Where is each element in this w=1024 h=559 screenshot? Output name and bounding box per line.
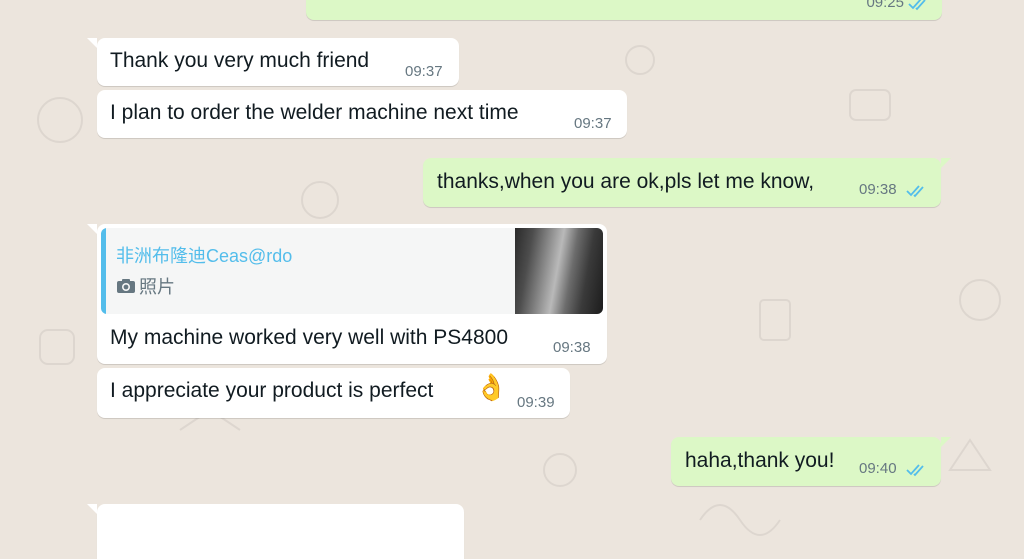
bubble-tail (941, 158, 951, 168)
message-bubble-outgoing[interactable]: thanks,when you are ok,pls let me know, … (423, 158, 941, 207)
quote-photo-thumbnail (515, 228, 603, 314)
message-text: thanks,when you are ok,pls let me know, (437, 170, 815, 193)
message-time: 09:40 (859, 460, 897, 477)
message-time: 09:39 (517, 394, 555, 411)
read-receipt-icon (906, 185, 924, 198)
bubble-tail (87, 224, 97, 234)
quoted-message[interactable]: 非洲布隆迪Ceas@rdo 照片 (101, 228, 603, 314)
bubble-tail (87, 504, 97, 514)
message-bubble-incoming-reply[interactable]: 非洲布隆迪Ceas@rdo 照片 My machine worked very … (97, 224, 607, 364)
quote-type-label: 照片 (139, 277, 175, 297)
message-text: Thank you very much friend (110, 49, 370, 72)
message-text: My machine worked very well with PS4800 (110, 326, 508, 349)
message-time: 09:38 (553, 339, 591, 356)
message-time: 09:37 (574, 115, 612, 132)
message-bubble-outgoing[interactable]: haha,thank you! 09:40 (671, 437, 941, 486)
message-bubble-outgoing[interactable]: 09:25 (306, 0, 942, 20)
message-bubble-incoming[interactable] (97, 504, 464, 559)
message-text: I plan to order the welder machine next … (110, 101, 519, 124)
message-bubble-incoming[interactable]: I plan to order the welder machine next … (97, 90, 627, 138)
message-text: haha,thank you! (685, 449, 835, 472)
message-bubble-incoming[interactable]: Thank you very much friend 09:37 (97, 38, 459, 86)
message-time: 09:37 (405, 63, 443, 80)
message-time: 09:38 (859, 181, 897, 198)
bubble-tail (87, 38, 97, 48)
read-receipt-icon (908, 0, 926, 11)
message-bubble-incoming[interactable]: I appreciate your product is perfect 👌 0… (97, 368, 570, 418)
ok-hand-emoji: 👌 (475, 372, 508, 402)
message-text: I appreciate your product is perfect (110, 379, 434, 402)
quote-accent-bar (101, 228, 106, 314)
bubble-tail (941, 437, 951, 447)
camera-icon (117, 279, 135, 293)
message-time: 09:25 (866, 0, 904, 11)
read-receipt-icon (906, 464, 924, 477)
quote-author: 非洲布隆迪Ceas@rdo (116, 246, 293, 266)
